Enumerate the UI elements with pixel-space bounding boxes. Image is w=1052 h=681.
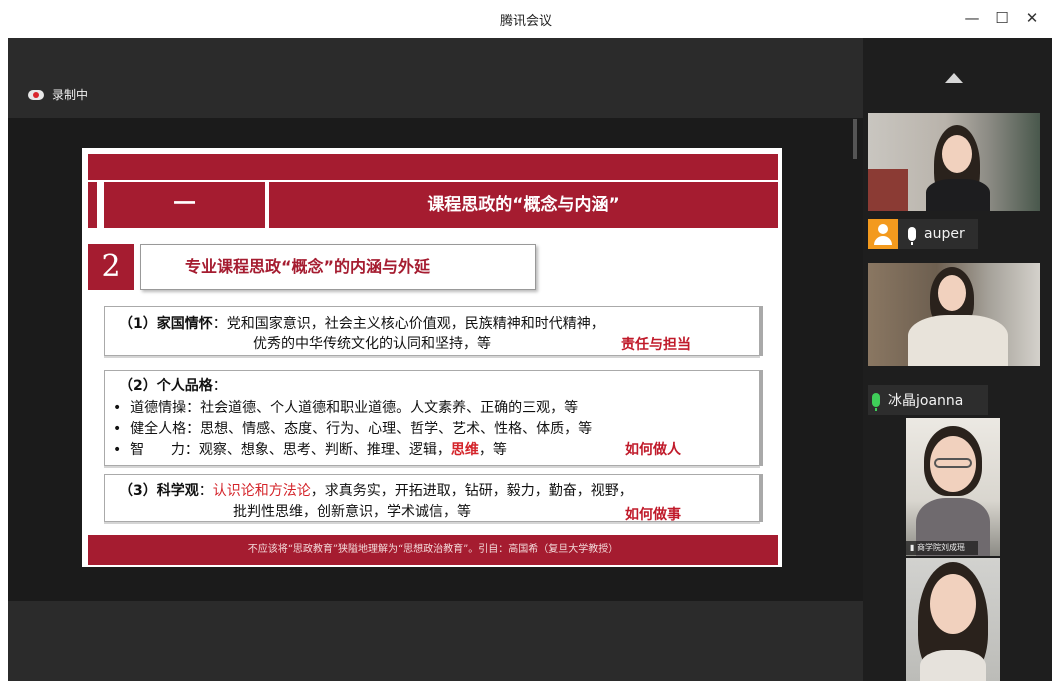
box2-b3-text-red: 思维 (450, 442, 479, 458)
slide-item-title: 专业课程思政“概念”的内涵与外延 (140, 244, 536, 290)
box2-bullet-3: • 智 力：观察、想象、思考、判断、推理、逻辑，思维，等 (113, 439, 507, 459)
mic-icon (908, 227, 916, 245)
recording-indicator[interactable]: 录制中 (28, 86, 88, 103)
recording-label: 录制中 (52, 88, 89, 102)
participant-video-liu[interactable] (906, 418, 1000, 556)
slide-header-accent (88, 182, 97, 228)
box1-tag: 责任与担当 (621, 337, 691, 353)
mic-active-icon (872, 393, 880, 411)
bullet-icon: • (113, 421, 122, 437)
content-box-patriotism: （1）家国情怀：党和国家意识，社会主义核心价值观，民族精神和时代精神， 优秀的中… (104, 306, 760, 356)
box2-heading-suffix: ： (212, 378, 227, 394)
box1-text2: 优秀的中华传统文化的认同和坚持，等 (253, 336, 491, 352)
box2-heading-line: （2）个人品格： (119, 375, 227, 395)
box2-b2-text: ：思想、情感、态度、行为、心理、哲学、艺术、性格、体质，等 (186, 421, 593, 437)
box3-colon: ： (198, 483, 213, 499)
box2-bullet-1: • 道德情操：社会道德、个人道德和职业道德。人文素养、正确的三观，等 (113, 397, 578, 417)
box2-heading: （2）个人品格 (119, 378, 213, 394)
mic-icon: ▮ (910, 543, 915, 552)
video-background-object (868, 169, 908, 211)
box2-b1-label: 道德情操 (130, 400, 187, 416)
box3-line1: （3）科学观：认识论和方法论，求真务实，开拓进取，钻研，毅力，勤奋，视野， (119, 480, 633, 500)
slide-item-number: 2 (88, 244, 134, 290)
scroll-up-arrow-icon[interactable] (945, 73, 963, 83)
box3-tag: 如何做事 (625, 507, 681, 523)
slide-footer-quote: 不应该将“思政教育”狭隘地理解为“思想政治教育”。引自：高国希（复旦大学教授） (88, 535, 778, 565)
box2-b3-label: 智 力 (130, 442, 185, 458)
user-avatar-icon (868, 219, 898, 249)
panel-resize-handle[interactable] (853, 119, 857, 159)
video-person-body (920, 650, 986, 681)
content-box-science: （3）科学观：认识论和方法论，求真务实，开拓进取，钻研，毅力，勤奋，视野， 批判… (104, 474, 760, 523)
slide-section-number: 一 (104, 182, 265, 228)
participant-video-auper[interactable] (868, 113, 1040, 211)
participant-video-joanna[interactable] (868, 263, 1040, 366)
slide-section-title: 课程思政的“概念与内涵” (269, 182, 778, 228)
box2-b1-text: ：社会道德、个人道德和职业道德。人文素养、正确的三观，等 (186, 400, 579, 416)
box3-heading: （3）科学观 (119, 483, 199, 499)
video-person-body (926, 179, 990, 211)
participant-video-4[interactable] (906, 558, 1000, 681)
title-bar: 腾讯会议 — ☐ ✕ (0, 0, 1052, 38)
participant-name: 冰晶joanna (888, 393, 964, 409)
participant-name: auper (924, 226, 965, 242)
box2-b3-text-a: ：观察、想象、思考、判断、推理、逻辑， (184, 442, 451, 458)
video-person-body (908, 315, 1008, 366)
participant-nameplate-auper[interactable]: auper (868, 219, 978, 249)
video-person-face (942, 135, 972, 173)
close-button[interactable]: ✕ (1022, 8, 1042, 28)
box1-text1: ：党和国家意识，社会主义核心价值观，民族精神和时代精神， (212, 316, 605, 332)
box2-b2-label: 健全人格 (130, 421, 187, 437)
stage-bottom-strip (8, 601, 863, 681)
box3-line1-rest: ，求真务实，开拓进取，钻研，毅力，勤奋，视野， (310, 483, 633, 499)
stage-top-strip (8, 38, 863, 118)
box2-tag: 如何做人 (625, 442, 681, 458)
window-title: 腾讯会议 (499, 14, 552, 29)
participant-nameplate-joanna[interactable]: 冰晶joanna (868, 385, 988, 415)
box2-b3-text-b: ，等 (478, 442, 507, 458)
bullet-icon: • (113, 442, 122, 458)
slide-top-band (88, 154, 778, 180)
bullet-icon: • (113, 400, 122, 416)
box3-line2: 批判性思维，创新意识，学术诚信，等 (233, 504, 471, 520)
box1-heading: （1）家国情怀 (119, 316, 213, 332)
video-person-face (938, 275, 966, 311)
participant-nameplate-liu[interactable]: ▮ 商学院刘成瑶 (906, 541, 978, 555)
box2-bullet-2: • 健全人格：思想、情感、态度、行为、心理、哲学、艺术、性格、体质，等 (113, 418, 592, 438)
presentation-slide: 一 课程思政的“概念与内涵” 2 专业课程思政“概念”的内涵与外延 （1）家国情… (82, 148, 782, 567)
participant-name: 商学院刘成瑶 (916, 543, 965, 552)
minimize-button[interactable]: — (962, 8, 982, 28)
video-person-face (930, 574, 976, 634)
maximize-button[interactable]: ☐ (992, 8, 1012, 28)
box1-line1: （1）家国情怀：党和国家意识，社会主义核心价值观，民族精神和时代精神， (119, 313, 605, 333)
cloud-record-icon (28, 89, 44, 100)
box3-red-text: 认识论和方法论 (212, 483, 311, 499)
glasses-icon (934, 458, 972, 468)
content-box-character: （2）个人品格： • 道德情操：社会道德、个人道德和职业道德。人文素养、正确的三… (104, 370, 760, 466)
